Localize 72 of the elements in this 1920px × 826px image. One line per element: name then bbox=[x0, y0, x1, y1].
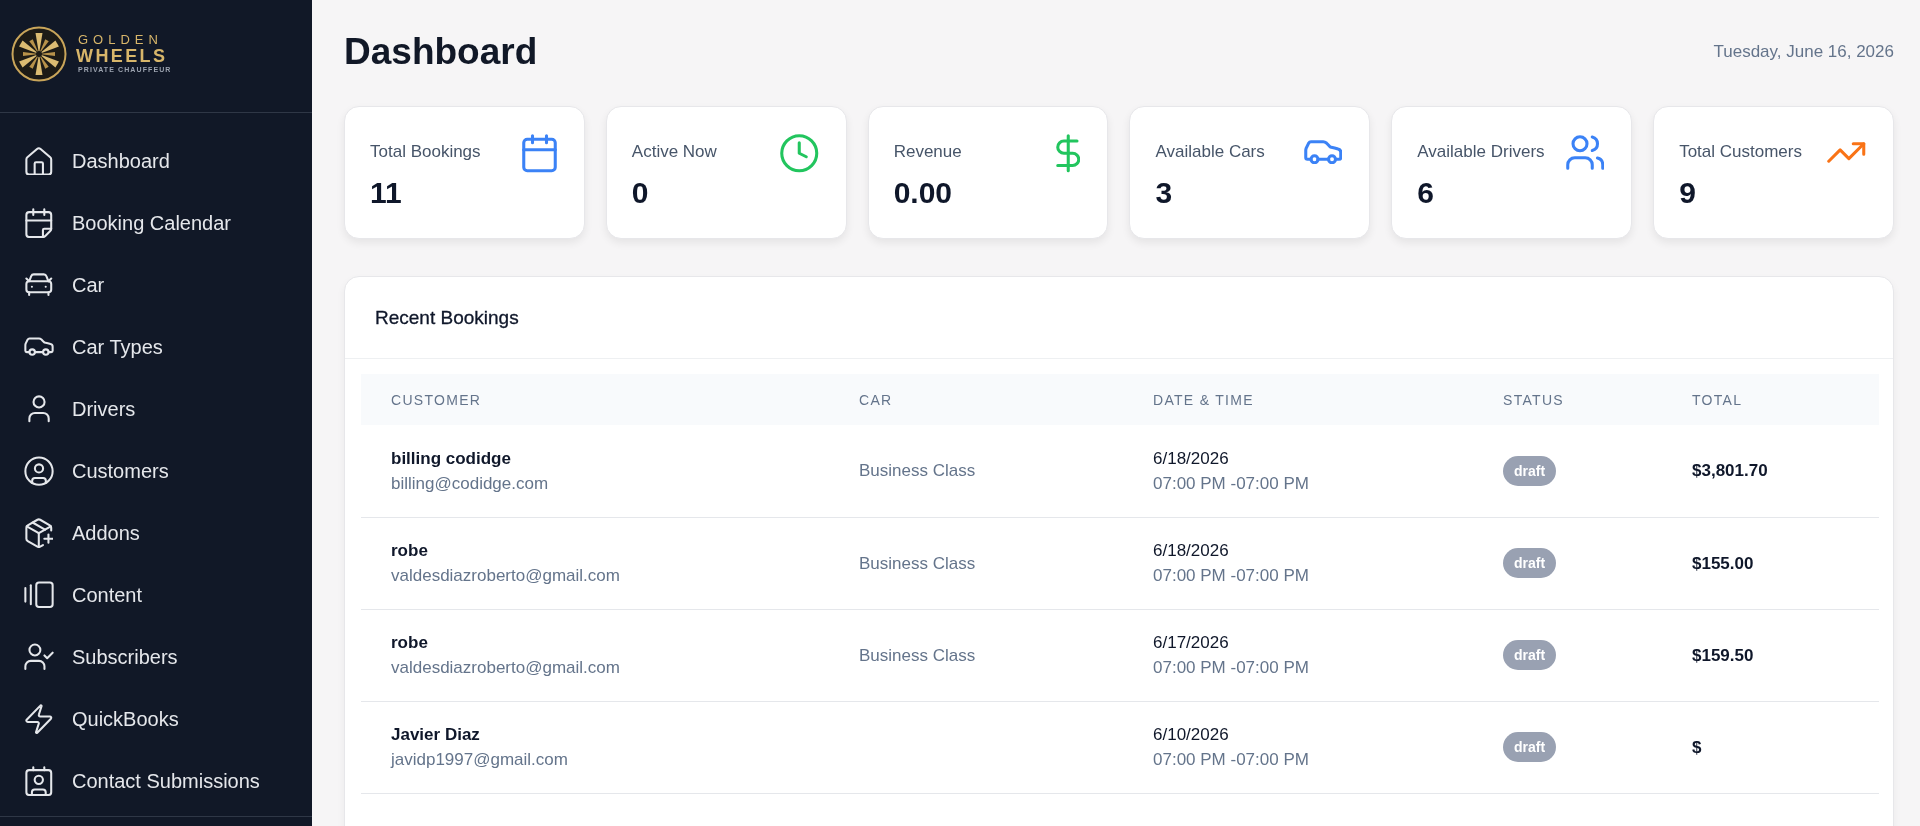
sidebar-item[interactable]: Subscribers bbox=[16, 626, 296, 688]
starburst-logo-icon bbox=[11, 26, 67, 82]
status-badge: draft bbox=[1503, 455, 1557, 486]
stat-value: 6 bbox=[1417, 175, 1435, 211]
lightning-icon bbox=[25, 703, 53, 735]
booking-date: 6/18/2026 bbox=[1153, 447, 1229, 470]
stat-value: 9 bbox=[1679, 175, 1697, 211]
column-header: DATE & TIME bbox=[1123, 374, 1473, 425]
stat-label: Active Now bbox=[631, 141, 717, 163]
booking-time: 07:00 PM -07:00 PM bbox=[1153, 565, 1309, 587]
stat-value: 0.00 bbox=[893, 175, 954, 211]
house-icon bbox=[25, 146, 53, 176]
stat-value: 11 bbox=[370, 175, 403, 211]
stat-value: 0 bbox=[631, 175, 650, 211]
column-header: STATUS bbox=[1473, 374, 1662, 425]
customer-email: valdesdiazroberto@gmail.com bbox=[391, 565, 620, 587]
customer-email: valdesdiazroberto@gmail.com bbox=[391, 657, 620, 679]
package-plus-icon bbox=[24, 517, 54, 549]
column-header: CAR bbox=[829, 374, 1123, 425]
car-front-icon bbox=[25, 273, 53, 297]
sidebar-item[interactable]: Dashboard bbox=[16, 130, 296, 192]
brand-name-line: GOLDEN bbox=[78, 33, 163, 47]
car-type: Business Class bbox=[859, 461, 976, 481]
stat-label: Total Bookings bbox=[370, 141, 481, 163]
sidebar-item[interactable]: QuickBooks bbox=[16, 688, 296, 750]
booking-date: 6/10/2026 bbox=[1153, 724, 1229, 746]
booking-total: $155.00 bbox=[1692, 553, 1754, 573]
booking-date: 6/18/2026 bbox=[1153, 540, 1229, 562]
customer-name: robe bbox=[391, 632, 428, 654]
customer-name: Javier Diaz bbox=[391, 724, 480, 746]
calendar-icon bbox=[25, 207, 53, 239]
contact-card-icon bbox=[25, 765, 53, 797]
column-header: CUSTOMER bbox=[361, 374, 829, 425]
stat-label: Total Customers bbox=[1679, 141, 1802, 163]
booking-time: 07:00 PM -07:00 PM bbox=[1153, 749, 1309, 771]
sidebar-item[interactable]: Addons bbox=[16, 502, 296, 564]
booking-date: 6/17/2026 bbox=[1153, 632, 1229, 654]
status-badge: draft bbox=[1503, 640, 1557, 670]
customer-email: javidp1997@gmail.com bbox=[391, 749, 568, 771]
person-circle-icon bbox=[24, 455, 54, 487]
sidebar-item[interactable]: Car Types bbox=[16, 316, 296, 378]
stat-label: Available Drivers bbox=[1417, 141, 1545, 163]
brand-name-line: WHEELS bbox=[76, 47, 168, 65]
booking-total: $ bbox=[1692, 737, 1702, 757]
stat-value: 3 bbox=[1155, 175, 1174, 211]
status-badge: draft bbox=[1503, 548, 1557, 578]
page-title: Dashboard bbox=[344, 30, 538, 74]
car-icon bbox=[24, 337, 54, 357]
stat-label: Revenue bbox=[893, 141, 962, 163]
current-date: Tuesday, June 16, 2026 bbox=[1713, 42, 1894, 62]
sidebar-item[interactable]: Drivers bbox=[16, 378, 296, 440]
sidebar-item[interactable]: Content bbox=[16, 564, 296, 626]
panel-title: Recent Bookings bbox=[375, 306, 519, 329]
sidebar-item[interactable]: Car bbox=[16, 254, 296, 316]
person-check-icon bbox=[24, 643, 54, 671]
customer-name: billing codidge bbox=[391, 447, 511, 470]
sidebar-item[interactable]: Customers bbox=[16, 440, 296, 502]
booking-time: 07:00 PM -07:00 PM bbox=[1153, 472, 1309, 495]
column-header: TOTAL bbox=[1662, 374, 1879, 425]
gallery-icon bbox=[24, 581, 54, 609]
car-type: Business Class bbox=[859, 645, 976, 665]
person-icon bbox=[27, 395, 51, 423]
booking-total: $159.50 bbox=[1692, 645, 1754, 665]
sidebar-item[interactable]: Booking Calendar bbox=[16, 192, 296, 254]
status-badge: draft bbox=[1503, 732, 1557, 762]
car-type: Business Class bbox=[859, 553, 976, 573]
customer-email: billing@codidge.com bbox=[391, 472, 549, 495]
booking-time: 07:00 PM -07:00 PM bbox=[1153, 657, 1309, 679]
customer-name: robe bbox=[391, 540, 428, 562]
booking-total: $3,801.70 bbox=[1692, 461, 1768, 481]
stat-label: Available Cars bbox=[1155, 141, 1265, 163]
sidebar-item[interactable]: Contact Submissions bbox=[16, 750, 296, 812]
